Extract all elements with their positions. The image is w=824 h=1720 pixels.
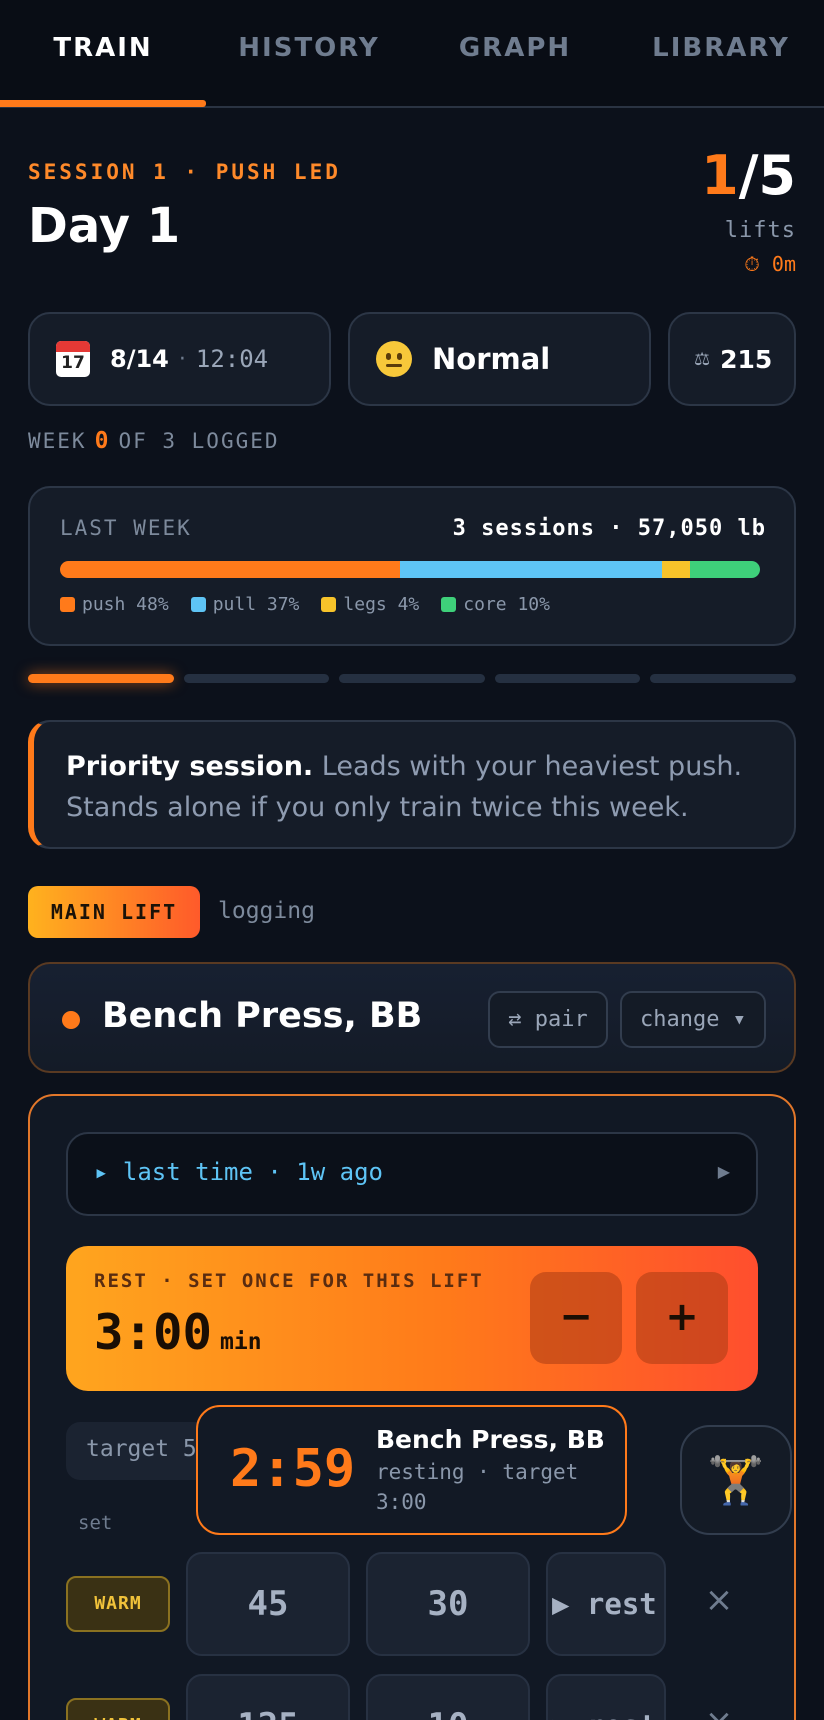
rest-countdown: 2:59 [230, 1439, 356, 1499]
legend-item: legs 4% [321, 594, 419, 615]
timer-subtext: resting · target 3:00 [376, 1460, 579, 1514]
split-legend: push 48% pull 37% legs 4% core 10% [60, 594, 550, 615]
expand-arrow-icon: ▶ [717, 1162, 730, 1181]
legend-item: push 48% [60, 594, 169, 615]
page-title: Day 1 [28, 198, 181, 254]
remove-set-button[interactable]: × [694, 1692, 744, 1720]
scale-icon: ⚖ [694, 348, 711, 370]
lift-status: logging [218, 898, 315, 924]
priority-text: Priority session. Leads with your heavie… [66, 751, 743, 823]
start-rest-button[interactable]: ▶ rest [546, 1552, 666, 1656]
tab-history[interactable]: HISTORY [206, 28, 412, 68]
legend-label: legs 4% [343, 594, 420, 615]
pair-button[interactable]: ⇄ pair [488, 991, 608, 1048]
session-time: 12:04 [195, 345, 269, 373]
neutral-face-icon [376, 341, 412, 377]
week-logged-status: WEEK 0 OF 3 LOGGED [28, 428, 280, 454]
main-lift-badge: MAIN LIFT [28, 886, 200, 938]
mood-pill[interactable]: Normal [348, 312, 651, 406]
week-logged-count: 0 [94, 428, 111, 454]
active-tab-indicator [0, 100, 206, 107]
legend-item: pull 37% [190, 594, 300, 615]
legend-label: pull 37% [212, 594, 300, 615]
bodyweight-value: 215 [720, 344, 773, 374]
legend-swatch [321, 597, 337, 612]
lift-name: Bench Press, BB [102, 996, 423, 1036]
lifts-label: lifts [724, 218, 796, 243]
session-date: 8/14 [110, 345, 169, 373]
split-segment [399, 561, 662, 578]
session-elapsed: ⏱ 0m [744, 252, 796, 276]
priority-note: Priority session. Leads with your heavie… [28, 720, 796, 849]
rest-label: REST · SET ONCE FOR THIS LIFT [94, 1270, 484, 1292]
remove-set-button[interactable]: × [694, 1570, 744, 1630]
progress-segment [339, 674, 485, 683]
lifts-done: 1 [701, 144, 739, 207]
lift-card: Bench Press, BB ⇄ pair change ▾ [28, 962, 796, 1073]
tab-train[interactable]: TRAIN [0, 28, 206, 68]
legend-swatch [60, 597, 75, 612]
target-text: target 5 [86, 1436, 197, 1462]
last-week-label: LAST WEEK [60, 516, 192, 540]
set-column-header: set [78, 1512, 113, 1534]
weightlifter-icon: 🏋 [707, 1453, 765, 1507]
change-lift-button[interactable]: change ▾ [620, 991, 766, 1048]
legend-item: core 10% [441, 594, 550, 615]
progress-segment [494, 674, 641, 683]
timer-lift-name: Bench Press, BB [376, 1425, 605, 1454]
last-time-toggle[interactable]: ▸ last time · 1w ago ▶ [66, 1132, 758, 1216]
last-time-label: ▸ last time · 1w ago [94, 1158, 383, 1186]
last-week-summary: 3 sessions · 57,050 lb [452, 516, 766, 541]
weight-input[interactable]: 125 [186, 1674, 350, 1720]
progress-segment [183, 674, 330, 683]
weightlifter-fab[interactable]: 🏋 [680, 1425, 792, 1535]
reps-input[interactable]: 10 [366, 1674, 530, 1720]
bodyweight-pill[interactable]: ⚖ 215 [668, 312, 796, 406]
legend-swatch [441, 597, 457, 612]
rest-value: 3:00 min [94, 1304, 262, 1361]
mood-value: Normal [432, 342, 551, 376]
lifts-total: /5 [738, 144, 796, 207]
legend-label: core 10% [463, 594, 550, 615]
split-segment [690, 561, 760, 578]
set-type-badge[interactable]: WARM [66, 1576, 170, 1632]
legend-label: push 48% [82, 594, 169, 615]
legend-swatch [190, 597, 206, 612]
rest-setting: REST · SET ONCE FOR THIS LIFT 3:00 min − … [66, 1246, 758, 1391]
date-time-pill[interactable]: 17 8/14 · 12:04 [28, 312, 331, 406]
split-bar [60, 561, 760, 578]
split-segment [662, 561, 690, 578]
session-label: SESSION 1 · PUSH LED [28, 160, 341, 184]
floating-rest-timer[interactable]: 2:59 Bench Press, BB resting · target 3:… [196, 1405, 627, 1535]
set-type-badge[interactable]: WARM [66, 1698, 170, 1720]
rest-decrease-button[interactable]: − [530, 1272, 622, 1364]
split-segment [60, 561, 400, 578]
lift-counter: 1/5 [701, 144, 796, 207]
lift-status-dot [62, 1011, 80, 1029]
start-rest-button[interactable]: ▶ rest [546, 1674, 666, 1720]
calendar-icon: 17 [56, 341, 90, 377]
rest-increase-button[interactable]: + [636, 1272, 728, 1364]
rest-unit: min [220, 1329, 262, 1355]
tab-library[interactable]: LIBRARY [618, 28, 824, 68]
tab-graph[interactable]: GRAPH [412, 28, 618, 68]
last-week-card: LAST WEEK 3 sessions · 57,050 lb push 48… [28, 486, 796, 646]
date-separator: · [178, 346, 186, 372]
progress-segment [28, 674, 174, 683]
weight-input[interactable]: 45 [186, 1552, 350, 1656]
progress-segment [650, 674, 796, 683]
top-nav: TRAIN HISTORY GRAPH LIBRARY [0, 0, 824, 108]
reps-input[interactable]: 30 [366, 1552, 530, 1656]
